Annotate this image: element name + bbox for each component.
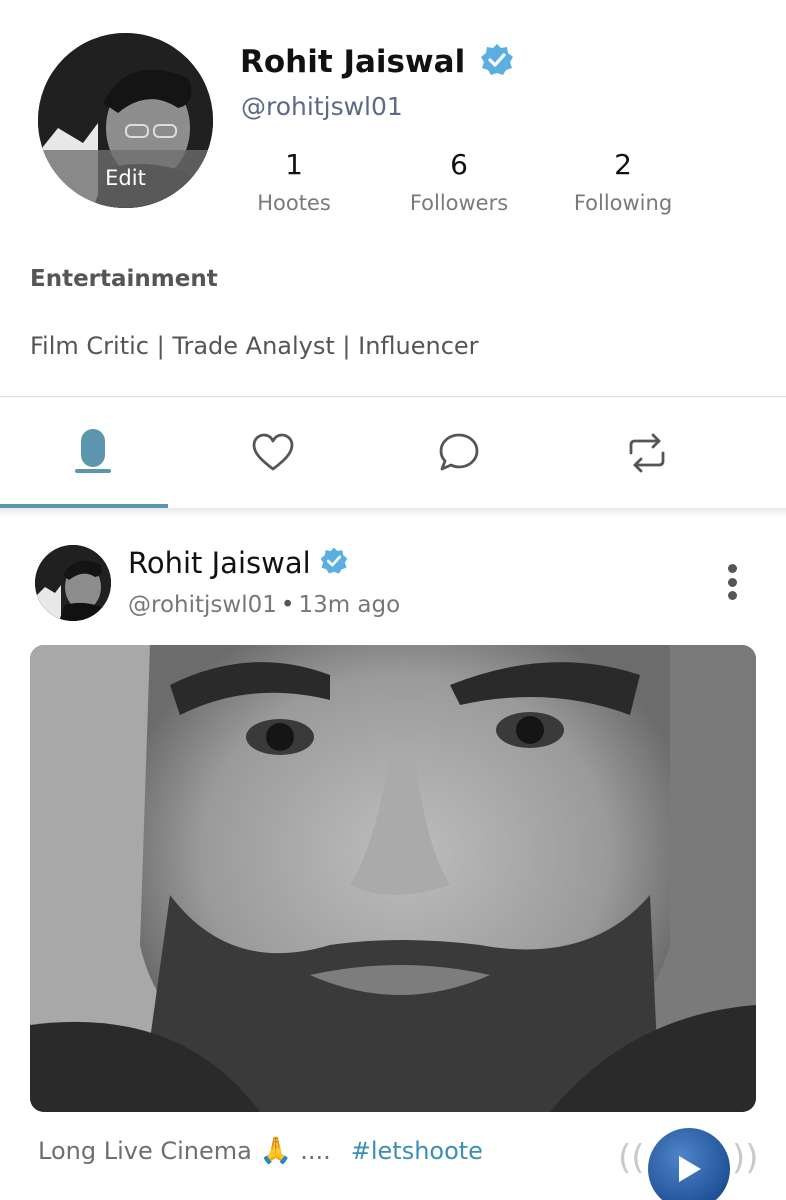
profile-name: Rohit Jaiswal [240, 44, 466, 80]
avatar-edit-label: Edit [105, 166, 146, 190]
stat-following-label: Following [573, 191, 673, 215]
post-image[interactable] [30, 645, 756, 1112]
post-author-row: Rohit Jaiswal [128, 546, 349, 580]
stat-followers-label: Followers [409, 191, 509, 215]
stat-hootes-label: Hootes [257, 191, 331, 215]
post-avatar-photo [35, 545, 111, 621]
stat-hootes-value: 1 [285, 148, 303, 181]
sound-wave-right-icon: )) [732, 1138, 759, 1178]
praying-hands-emoji: 🙏 [259, 1136, 293, 1166]
post-photo [30, 645, 756, 1112]
stat-following[interactable]: 2 Following [543, 148, 703, 215]
caption-text: Long Live Cinema [38, 1137, 252, 1165]
post-author-avatar[interactable] [35, 545, 111, 621]
heart-icon [252, 433, 294, 471]
profile-name-row: Rohit Jaiswal [240, 42, 515, 82]
post-author-name[interactable]: Rohit Jaiswal [128, 546, 311, 580]
stat-following-value: 2 [614, 148, 632, 181]
meta-separator: • [280, 592, 295, 618]
verified-badge-icon [479, 42, 515, 82]
profile-bio: Film Critic | Trade Analyst | Influencer [30, 332, 479, 360]
post-verified-badge-icon [319, 546, 349, 580]
play-icon [679, 1156, 701, 1182]
play-button[interactable] [648, 1128, 730, 1200]
stat-hootes[interactable]: 1 Hootes [214, 148, 374, 215]
caption-ellipsis: .... [300, 1137, 331, 1165]
microphone-icon [75, 429, 111, 473]
tab-rehootes[interactable] [554, 397, 740, 509]
comment-icon [439, 433, 479, 471]
profile-handle: @rohitjswl01 [241, 92, 403, 121]
more-options-icon[interactable] [716, 560, 748, 604]
profile-page: Edit Rohit Jaiswal @rohitjswl01 1 Hootes… [0, 0, 786, 1200]
sound-wave-left-icon: (( [618, 1138, 645, 1178]
caption-hashtag[interactable]: #letshoote [351, 1137, 483, 1165]
profile-category: Entertainment [30, 266, 218, 292]
profile-avatar[interactable]: Edit [38, 33, 213, 208]
stat-followers-value: 6 [450, 148, 468, 181]
post-author-handle: @rohitjswl01 [128, 592, 277, 618]
tab-likes[interactable] [180, 397, 366, 509]
tabs-shadow [0, 508, 786, 516]
post-caption: Long Live Cinema 🙏 .... #letshoote [38, 1136, 483, 1166]
stat-followers[interactable]: 6 Followers [379, 148, 539, 215]
avatar-edit-overlay[interactable]: Edit [38, 150, 213, 208]
repost-icon [629, 433, 665, 473]
post-time: 13m ago [298, 592, 401, 618]
tab-hootes[interactable] [0, 397, 186, 509]
tab-replies[interactable] [366, 397, 552, 509]
post-meta: @rohitjswl01 • 13m ago [128, 592, 400, 618]
profile-tabs [0, 397, 786, 509]
